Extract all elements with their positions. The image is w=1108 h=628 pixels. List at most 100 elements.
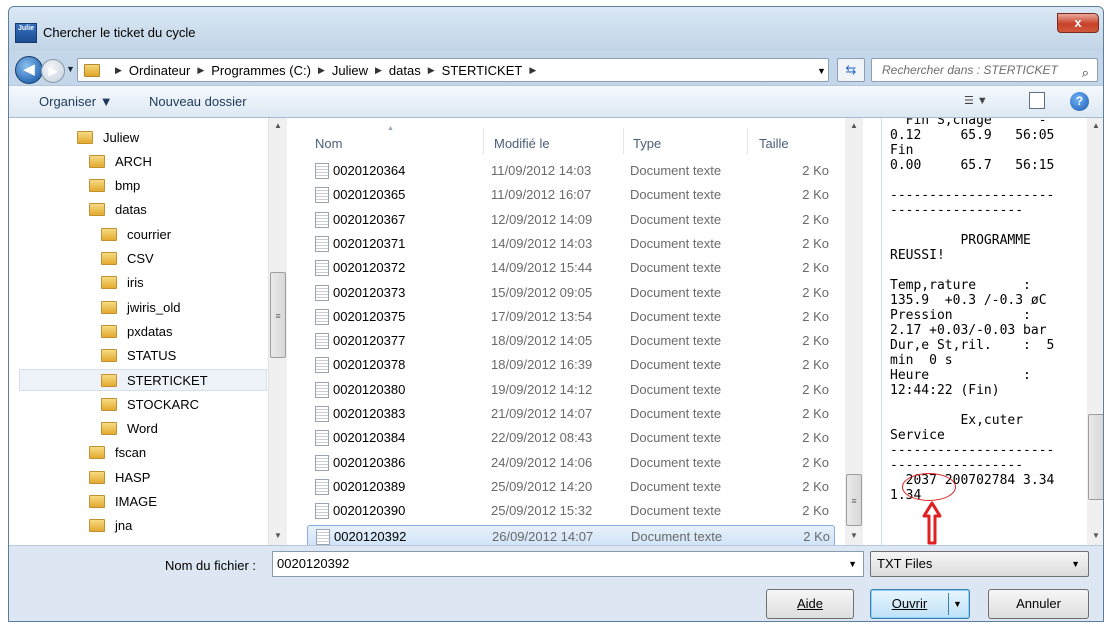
file-row[interactable]: 0020120380 19/09/2012 14:12 Document texte… <box>307 379 835 401</box>
chevron-down-icon[interactable]: ▼ <box>953 590 962 618</box>
open-button[interactable]: Ouvrir ▼ <box>870 589 970 619</box>
scroll-down-arrow[interactable]: ▼ <box>269 528 287 544</box>
nav-tree-label: iris <box>127 275 144 291</box>
column-header-type[interactable]: Type <box>633 136 661 151</box>
scroll-thumb[interactable] <box>1088 414 1103 500</box>
nav-tree-item[interactable]: courrier <box>101 223 171 245</box>
nav-tree-item[interactable]: STOCKARC <box>101 393 199 415</box>
nav-tree-item[interactable]: CSV <box>101 248 154 270</box>
breadcrumb-arrow-icon[interactable]: ▶ <box>318 65 325 76</box>
breadcrumb-arrow-icon[interactable]: ▶ <box>115 65 122 76</box>
scroll-thumb[interactable]: ≡ <box>846 474 862 526</box>
nav-tree-item[interactable]: STATUS <box>101 345 176 367</box>
nav-tree-item[interactable]: iris <box>101 272 144 294</box>
window-title: Chercher le ticket du cycle <box>43 25 196 40</box>
file-row[interactable]: 0020120375 17/09/2012 13:54 Document texte… <box>307 306 835 328</box>
filename-field[interactable]: 0020120392 ▼ <box>272 551 864 577</box>
folder-icon <box>101 397 117 411</box>
file-row[interactable]: 0020120373 15/09/2012 09:05 Document texte… <box>307 282 835 304</box>
column-header-size[interactable]: Taille <box>759 136 789 151</box>
refresh-button[interactable]: ⇆ <box>837 58 865 82</box>
column-header-name[interactable]: Nom <box>315 136 342 151</box>
file-type-cell: Document texte <box>630 430 722 446</box>
nav-tree-item[interactable]: STERTICKET <box>19 369 267 391</box>
search-input[interactable]: Rechercher dans : STERTICKET ⌕ <box>871 58 1098 82</box>
breadcrumb-computer[interactable]: Ordinateur <box>129 63 190 78</box>
breadcrumb-sterticket[interactable]: STERTICKET <box>442 63 523 78</box>
nav-tree-item[interactable]: fscan <box>89 442 146 464</box>
forward-button[interactable]: ▶ <box>41 59 65 83</box>
nav-tree-item[interactable]: ARCH <box>89 150 152 172</box>
file-row[interactable]: 0020120384 22/09/2012 08:43 Document texte… <box>307 427 835 449</box>
column-divider[interactable] <box>747 128 748 154</box>
file-row[interactable]: 0020120367 12/09/2012 14:09 Document texte… <box>307 209 835 231</box>
breadcrumb-arrow-icon[interactable]: ▶ <box>428 65 435 76</box>
file-row[interactable]: 0020120365 11/09/2012 16:07 Document texte… <box>307 184 835 206</box>
file-row[interactable]: 0020120390 25/09/2012 15:32 Document texte… <box>307 500 835 522</box>
file-list-scrollbar[interactable]: ▲ ≡ ▼ <box>845 118 863 545</box>
file-name-cell: 0020120383 <box>333 406 406 421</box>
column-divider[interactable] <box>483 128 484 154</box>
file-size-cell: 2 Ko <box>802 260 829 276</box>
organize-menu[interactable]: Organiser ▼ <box>39 94 113 109</box>
text-document-icon <box>315 503 329 520</box>
scroll-down-arrow[interactable]: ▼ <box>845 528 863 544</box>
file-name-cell: 0020120372 <box>333 260 406 276</box>
nav-tree-item[interactable]: jna <box>89 515 132 537</box>
file-type-value: TXT Files <box>877 556 933 571</box>
file-row[interactable]: 0020120372 14/09/2012 15:44 Document texte… <box>307 257 835 279</box>
file-size-cell: 2 Ko <box>802 503 829 519</box>
breadcrumb-arrow-icon[interactable]: ▶ <box>197 65 204 76</box>
breadcrumb-arrow-icon[interactable]: ▶ <box>375 65 382 76</box>
breadcrumb-drive[interactable]: Programmes (C:) <box>211 63 311 78</box>
file-row[interactable]: 0020120392 26/09/2012 14:07 Document texte… <box>307 524 835 547</box>
change-view-button[interactable]: ☰ ▼ <box>964 94 988 107</box>
breadcrumb-datas[interactable]: datas <box>389 63 421 78</box>
scroll-thumb[interactable]: ≡ <box>270 272 286 358</box>
preview-pane-button[interactable] <box>1029 92 1045 109</box>
scroll-up-arrow[interactable]: ▲ <box>269 118 287 134</box>
new-folder-button[interactable]: Nouveau dossier <box>149 94 247 109</box>
nav-tree-item[interactable]: pxdatas <box>101 320 173 342</box>
scroll-down-arrow[interactable]: ▼ <box>1087 528 1103 544</box>
nav-tree-item[interactable]: jwiris_old <box>101 296 180 318</box>
recent-pages-dropdown-icon[interactable]: ▼ <box>66 64 75 74</box>
folder-icon <box>89 446 105 460</box>
search-icon[interactable]: ⌕ <box>1082 62 1089 84</box>
column-divider[interactable] <box>623 128 624 154</box>
nav-tree-item[interactable]: Juliew <box>77 126 139 148</box>
file-row[interactable]: 0020120383 21/09/2012 14:07 Document texte… <box>307 403 835 425</box>
nav-tree-label: jna <box>115 518 133 534</box>
nav-tree-item[interactable]: bmp <box>89 175 140 197</box>
file-type-select[interactable]: TXT Files ▼ <box>870 551 1089 577</box>
column-header-modified[interactable]: Modifié le <box>494 136 550 151</box>
file-row[interactable]: 0020120377 18/09/2012 14:05 Document texte… <box>307 330 835 352</box>
nav-scrollbar[interactable]: ▲ ≡ ▼ <box>268 118 287 545</box>
nav-tree-item[interactable]: datas <box>89 199 147 221</box>
cancel-button[interactable]: Annuler <box>988 589 1089 619</box>
address-bar[interactable]: ▶ Ordinateur ▶ Programmes (C:) ▶ Juliew … <box>77 58 829 82</box>
file-modified-cell: 11/09/2012 14:03 <box>491 163 592 178</box>
nav-tree-item[interactable]: IMAGE <box>89 491 157 513</box>
back-button[interactable]: ◀ <box>15 56 43 84</box>
chevron-down-icon[interactable]: ▼ <box>848 552 857 576</box>
file-name-cell: 0020120367 <box>333 211 406 227</box>
help-icon[interactable]: ? <box>1070 92 1089 111</box>
scroll-up-arrow[interactable]: ▲ <box>1087 118 1103 134</box>
file-row[interactable]: 0020120378 18/09/2012 16:39 Document texte… <box>307 354 835 376</box>
file-row[interactable]: 0020120371 14/09/2012 14:03 Document texte… <box>307 233 835 255</box>
nav-tree-item[interactable]: Word <box>101 418 158 440</box>
preview-scrollbar[interactable]: ▲ ▼ <box>1087 118 1103 545</box>
address-dropdown-icon[interactable]: ▼ <box>817 66 826 76</box>
breadcrumb-arrow-icon[interactable]: ▶ <box>529 65 536 76</box>
file-row[interactable]: 0020120389 25/09/2012 14:20 Document texte… <box>307 476 835 498</box>
file-row[interactable]: 0020120364 11/09/2012 14:03 Document texte… <box>307 160 835 182</box>
text-document-icon <box>315 308 329 325</box>
file-row[interactable]: 0020120386 24/09/2012 14:06 Document texte… <box>307 452 835 474</box>
file-size-cell: 2 Ko <box>802 478 829 494</box>
help-button[interactable]: Aide <box>766 589 854 619</box>
nav-tree-item[interactable]: HASP <box>89 466 150 488</box>
scroll-up-arrow[interactable]: ▲ <box>845 118 863 134</box>
close-button[interactable]: x <box>1057 13 1099 33</box>
breadcrumb-juliew[interactable]: Juliew <box>332 63 368 78</box>
